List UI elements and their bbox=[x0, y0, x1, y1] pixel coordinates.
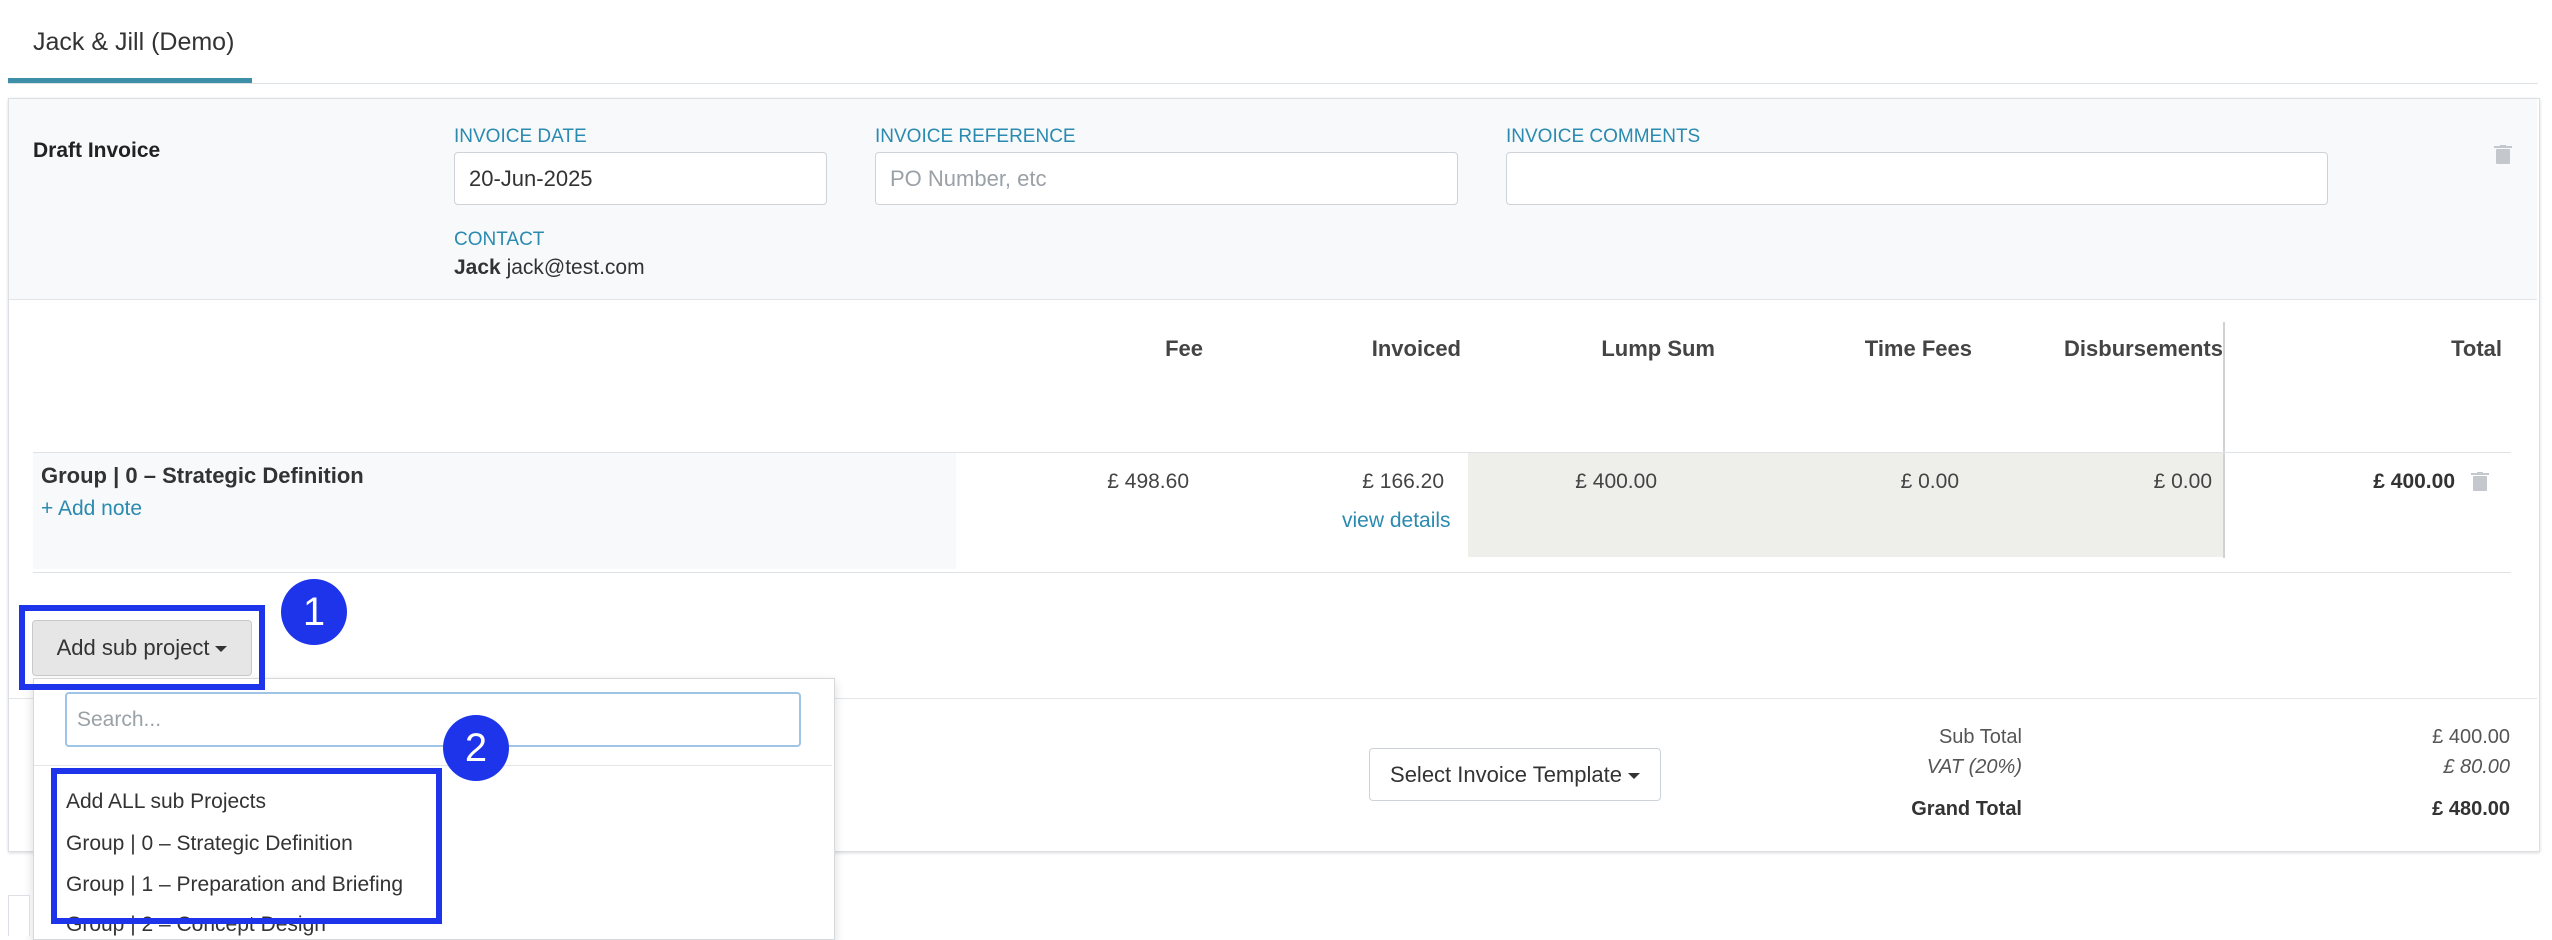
contact-name: Jack bbox=[454, 256, 501, 279]
select-invoice-template-label: Select Invoice Template bbox=[1390, 762, 1622, 787]
grand-total-label: Grand Total bbox=[1911, 798, 2022, 820]
step-badge-2: 2 bbox=[443, 715, 509, 781]
column-divider bbox=[2223, 322, 2225, 558]
invoice-reference-label: INVOICE REFERENCE bbox=[875, 126, 1076, 147]
draft-invoice-title: Draft Invoice bbox=[33, 139, 161, 162]
header-time-fees: Time Fees bbox=[1864, 336, 1972, 361]
cell-fee: £ 498.60 bbox=[1107, 470, 1189, 493]
step-badge-1: 1 bbox=[281, 579, 347, 645]
cell-disbursements[interactable]: £ 0.00 bbox=[2154, 470, 2212, 494]
grand-total-value: £ 480.00 bbox=[2432, 798, 2510, 820]
vat-value: £ 80.00 bbox=[2443, 756, 2510, 778]
cell-total: £ 400.00 bbox=[2373, 470, 2455, 493]
tab-jack-and-jill[interactable]: Jack & Jill (Demo) bbox=[33, 28, 234, 57]
invoice-reference-field[interactable]: PO Number, etc bbox=[875, 152, 1458, 205]
invoice-comments-label: INVOICE COMMENTS bbox=[1506, 126, 1701, 147]
next-card-edge bbox=[8, 895, 30, 936]
header-fee: Fee bbox=[1165, 336, 1203, 361]
contact-value: Jack jack@test.com bbox=[454, 256, 645, 280]
sub-total-value: £ 400.00 bbox=[2432, 726, 2510, 748]
dropdown-divider bbox=[34, 765, 832, 766]
row-title: Group | 0 – Strategic Definition bbox=[41, 463, 364, 488]
sub-total-label: Sub Total bbox=[1938, 726, 2022, 748]
select-invoice-template-button[interactable]: Select Invoice Template bbox=[1369, 748, 1661, 801]
row-editable-cells bbox=[1468, 453, 2223, 557]
tab-divider bbox=[8, 83, 2538, 84]
header-total: Total bbox=[2451, 336, 2502, 361]
cell-invoiced: £ 166.20 bbox=[1362, 470, 1444, 493]
header-disbursements: Disbursements bbox=[2064, 336, 2223, 361]
view-details-link[interactable]: view details bbox=[1342, 509, 1451, 533]
invoice-comments-field[interactable] bbox=[1506, 152, 2328, 205]
delete-row-trash-icon[interactable] bbox=[2471, 472, 2489, 492]
cell-lump-sum[interactable]: £ 400.00 bbox=[1575, 470, 1657, 494]
highlight-box-2 bbox=[51, 768, 442, 924]
header-lump-sum: Lump Sum bbox=[1601, 336, 1715, 361]
sub-project-search-input[interactable]: Search... bbox=[65, 692, 801, 747]
invoice-date-field[interactable]: 20-Jun-2025 bbox=[454, 152, 827, 205]
delete-invoice-trash-icon[interactable] bbox=[2494, 145, 2512, 165]
header-invoiced: Invoiced bbox=[1371, 336, 1461, 361]
contact-label: CONTACT bbox=[454, 229, 545, 250]
add-note-link[interactable]: + Add note bbox=[41, 497, 142, 521]
vat-label: VAT (20%) bbox=[1926, 756, 2022, 778]
highlight-box-1 bbox=[19, 605, 265, 690]
invoice-date-label: INVOICE DATE bbox=[454, 126, 587, 147]
contact-email: jack@test.com bbox=[506, 256, 645, 279]
chevron-down-icon bbox=[1627, 773, 1640, 780]
row-divider-bottom bbox=[33, 572, 2511, 573]
cell-time-fees[interactable]: £ 0.00 bbox=[1901, 470, 1959, 494]
